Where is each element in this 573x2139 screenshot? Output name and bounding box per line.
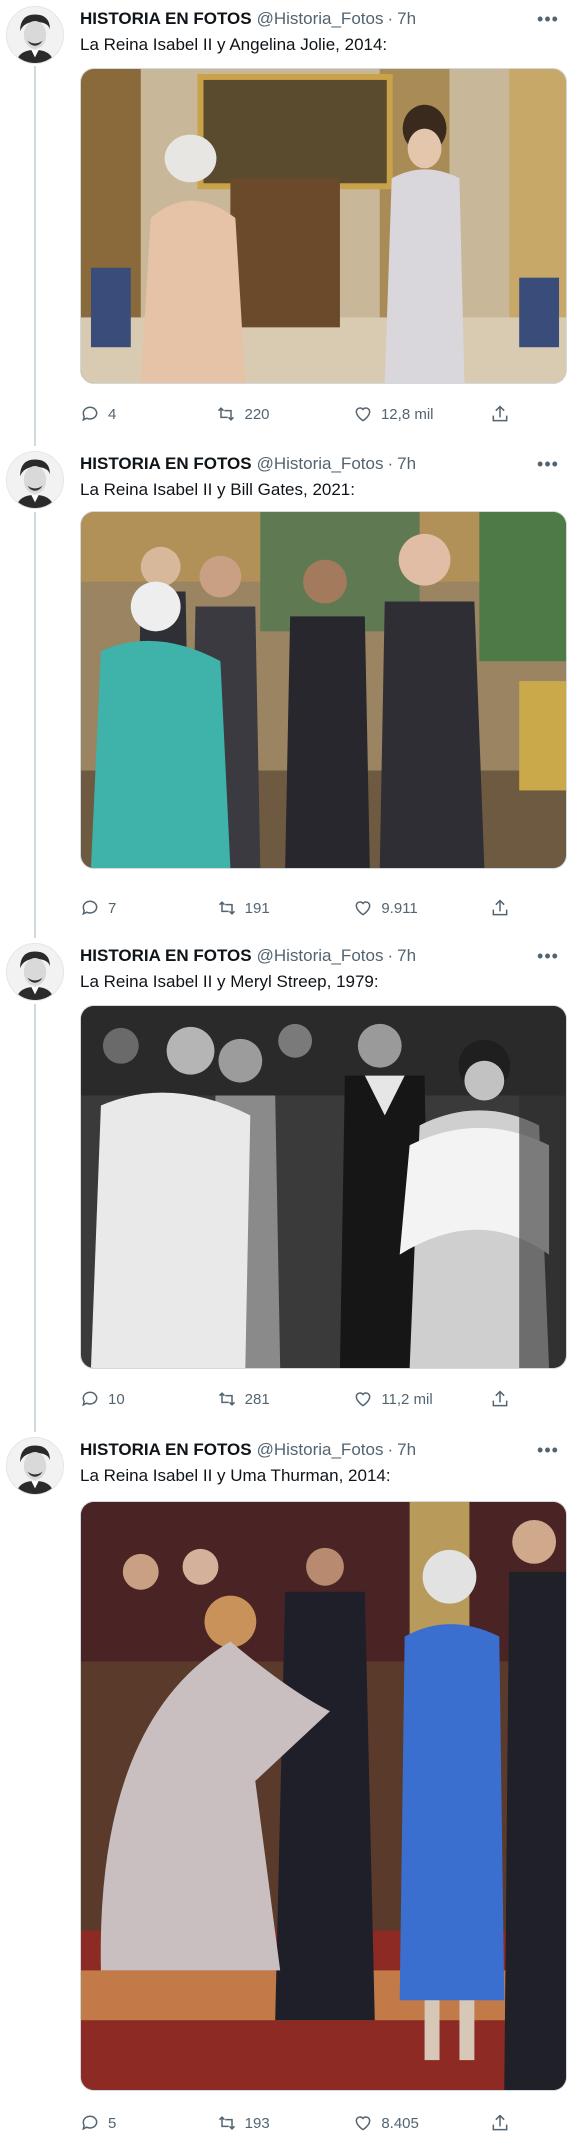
- tweet-actions: 5 193 8.405: [80, 2111, 510, 2135]
- reply-count: 5: [108, 2114, 117, 2132]
- timestamp[interactable]: 7h: [397, 453, 416, 475]
- reply-count: 10: [108, 1390, 125, 1408]
- retweet-icon: [218, 407, 235, 421]
- like-count: 8.405: [381, 2114, 419, 2132]
- tweet-header: HISTORIA EN FOTOS @Historia_Fotos · 7h •…: [80, 8, 559, 30]
- like-button[interactable]: 12,8 mil: [353, 404, 434, 424]
- retweet-icon: [218, 1392, 235, 1406]
- more-options-icon[interactable]: •••: [537, 8, 559, 30]
- separator: ·: [387, 454, 394, 473]
- retweet-count: 281: [244, 1390, 270, 1408]
- share-button[interactable]: [490, 1389, 510, 1409]
- avatar-portrait-icon: [7, 452, 63, 508]
- author-name[interactable]: HISTORIA EN FOTOS: [80, 453, 252, 475]
- share-icon: [492, 1390, 508, 1407]
- like-button[interactable]: 11,2 mil: [353, 1389, 433, 1409]
- reply-button[interactable]: 5: [80, 2113, 160, 2133]
- tweet-header: HISTORIA EN FOTOS @Historia_Fotos · 7h •…: [80, 453, 559, 475]
- more-options-icon[interactable]: •••: [537, 945, 559, 967]
- reply-icon: [82, 900, 98, 916]
- tweet-text: La Reina Isabel II y Bill Gates, 2021:: [80, 480, 355, 499]
- avatar[interactable]: [6, 451, 64, 509]
- share-icon: [492, 2114, 508, 2131]
- retweet-button[interactable]: 193: [217, 2113, 297, 2133]
- tweet-photo[interactable]: [80, 68, 567, 384]
- share-icon: [492, 899, 508, 916]
- tweet-header: HISTORIA EN FOTOS @Historia_Fotos · 7h •…: [80, 1439, 559, 1461]
- separator: ·: [387, 1440, 394, 1459]
- tweet-text: La Reina Isabel II y Uma Thurman, 2014:: [80, 1466, 391, 1485]
- like-count: 9.911: [381, 899, 418, 917]
- reply-icon: [82, 406, 98, 422]
- reply-button[interactable]: 4: [80, 404, 160, 424]
- avatar-portrait-icon: [7, 1438, 63, 1494]
- more-options-icon[interactable]: •••: [537, 1439, 559, 1461]
- retweet-button[interactable]: 191: [217, 898, 297, 918]
- share-button[interactable]: [490, 898, 510, 918]
- share-icon: [492, 405, 508, 422]
- author-name[interactable]: HISTORIA EN FOTOS: [80, 1439, 252, 1461]
- retweet-count: 193: [244, 2114, 270, 2132]
- reply-icon: [82, 1391, 98, 1407]
- author-name[interactable]: HISTORIA EN FOTOS: [80, 8, 252, 30]
- tweet-photo[interactable]: [80, 1005, 567, 1369]
- heart-icon: [355, 901, 371, 916]
- tweet[interactable]: HISTORIA EN FOTOS @Historia_Fotos · 7h •…: [0, 4, 573, 444]
- tweet[interactable]: HISTORIA EN FOTOS @Historia_Fotos · 7h •…: [0, 1435, 573, 2135]
- retweet-count: 191: [244, 899, 270, 917]
- tweet-photo[interactable]: [80, 1501, 567, 2091]
- avatar-portrait-icon: [7, 7, 63, 63]
- avatar[interactable]: [6, 943, 64, 1001]
- share-button[interactable]: [490, 2113, 510, 2133]
- retweet-button[interactable]: 281: [217, 1389, 297, 1409]
- tweet-header: HISTORIA EN FOTOS @Historia_Fotos · 7h •…: [80, 945, 559, 967]
- like-count: 11,2 mil: [381, 1390, 433, 1408]
- like-button[interactable]: 9.911: [353, 898, 433, 918]
- like-count: 12,8 mil: [380, 405, 434, 423]
- separator: ·: [387, 946, 394, 965]
- separator: ·: [387, 9, 394, 28]
- tweet[interactable]: HISTORIA EN FOTOS @Historia_Fotos · 7h •…: [0, 449, 573, 934]
- tweet-actions: 4 220 12,8 mil: [80, 402, 510, 426]
- author-handle[interactable]: @Historia_Fotos: [257, 453, 384, 475]
- reply-count: 4: [108, 405, 117, 423]
- more-options-icon[interactable]: •••: [537, 453, 559, 475]
- tweet-photo[interactable]: [80, 511, 567, 869]
- like-button[interactable]: 8.405: [353, 2113, 433, 2133]
- author-handle[interactable]: @Historia_Fotos: [257, 1439, 384, 1461]
- avatar[interactable]: [6, 6, 64, 64]
- timestamp[interactable]: 7h: [397, 945, 416, 967]
- reply-button[interactable]: 7: [80, 898, 160, 918]
- heart-icon: [355, 407, 371, 422]
- share-button[interactable]: [490, 404, 510, 424]
- tweet-text: La Reina Isabel II y Angelina Jolie, 201…: [80, 35, 388, 54]
- tweet[interactable]: HISTORIA EN FOTOS @Historia_Fotos · 7h •…: [0, 941, 573, 1428]
- author-handle[interactable]: @Historia_Fotos: [257, 945, 384, 967]
- avatar-portrait-icon: [7, 944, 63, 1000]
- tweet-actions: 7 191 9.911: [80, 896, 510, 920]
- timestamp[interactable]: 7h: [397, 1439, 416, 1461]
- reply-icon: [82, 2115, 98, 2131]
- avatar[interactable]: [6, 1437, 64, 1495]
- retweet-count: 220: [244, 405, 270, 423]
- reply-count: 7: [108, 899, 117, 917]
- tweet-actions: 10 281 11,2 mil: [80, 1387, 510, 1411]
- heart-icon: [355, 2116, 371, 2131]
- author-name[interactable]: HISTORIA EN FOTOS: [80, 945, 252, 967]
- author-handle[interactable]: @Historia_Fotos: [257, 8, 384, 30]
- timestamp[interactable]: 7h: [397, 8, 416, 30]
- tweet-text: La Reina Isabel II y Meryl Streep, 1979:: [80, 972, 379, 991]
- retweet-button[interactable]: 220: [216, 404, 296, 424]
- heart-icon: [355, 1392, 371, 1407]
- retweet-icon: [218, 901, 235, 915]
- retweet-icon: [218, 2116, 235, 2130]
- reply-button[interactable]: 10: [80, 1389, 160, 1409]
